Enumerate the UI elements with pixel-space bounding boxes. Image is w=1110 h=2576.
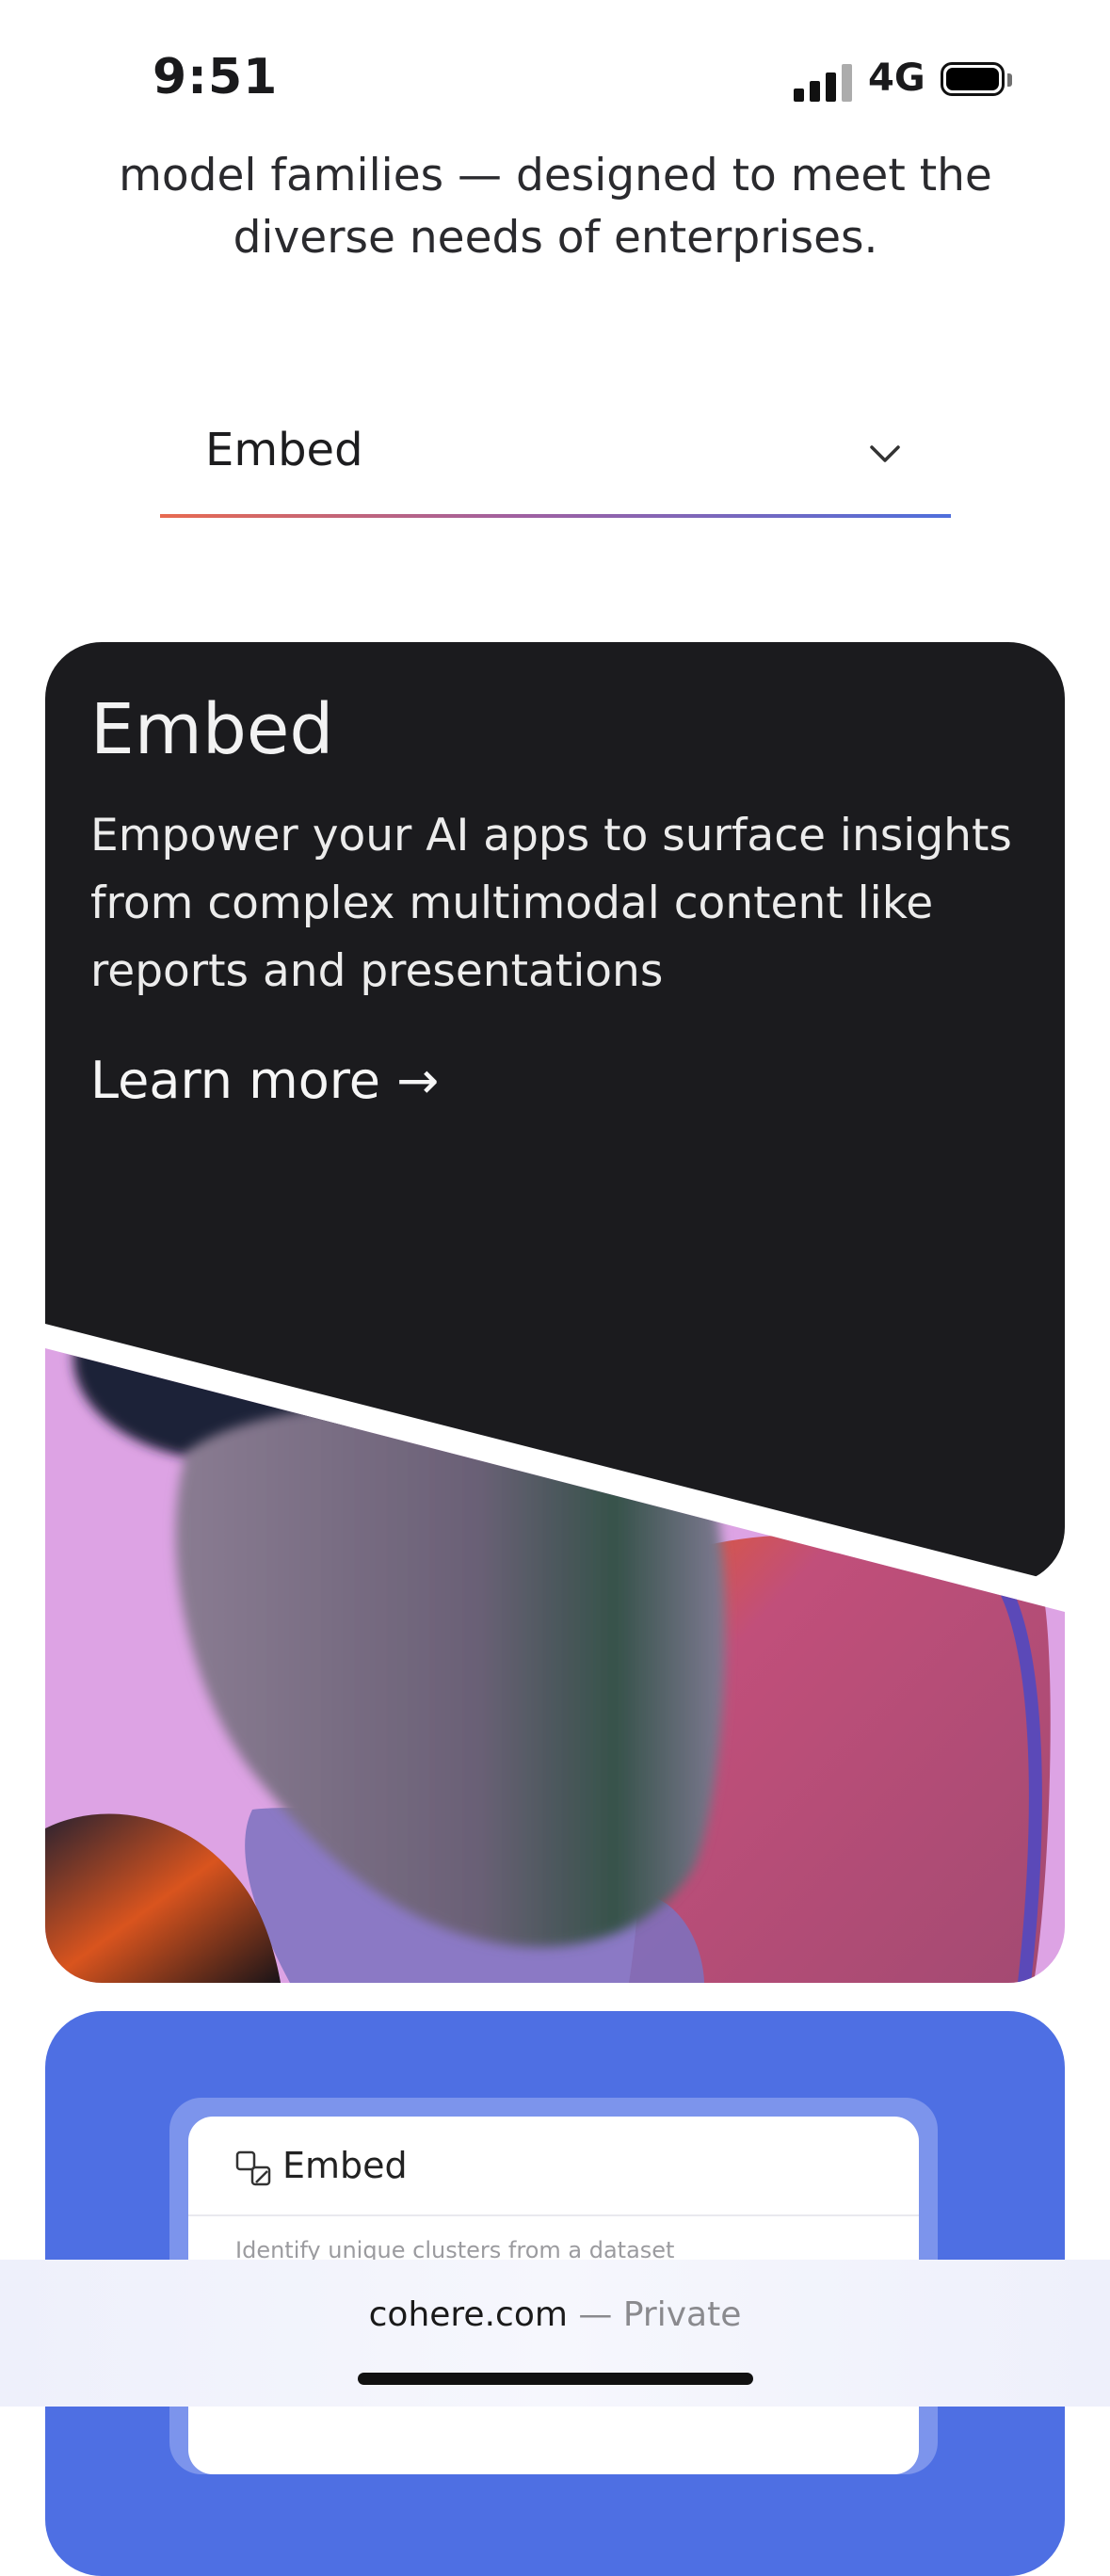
divider	[188, 2214, 919, 2216]
network-type: 4G	[868, 56, 925, 100]
card-description: Empower your AI apps to surface insights…	[90, 810, 1012, 997]
status-time: 9:51	[153, 49, 279, 105]
chevron-down-icon	[870, 445, 900, 462]
battery-icon	[941, 62, 1012, 100]
embed-icon	[235, 2150, 271, 2186]
dropdown-selected-label: Embed	[205, 424, 363, 476]
url-display[interactable]: cohere.com — Private	[0, 2295, 1110, 2334]
dropdown-underline	[160, 514, 951, 518]
url-host: cohere.com	[368, 2295, 568, 2334]
card-title: Embed	[90, 689, 334, 770]
demo-panel-title: Embed	[282, 2145, 408, 2186]
cellular-signal-icon	[794, 62, 852, 102]
learn-more-link[interactable]: Learn more →	[90, 1051, 439, 1110]
private-mode-label: Private	[622, 2295, 742, 2334]
model-family-dropdown[interactable]: Embed	[160, 405, 951, 518]
status-bar: 9:51 4G	[0, 0, 1110, 141]
url-separator: —	[578, 2295, 613, 2334]
embed-card: Embed Empower your AI apps to surface in…	[45, 642, 1065, 1983]
intro-text: model families — designed to meet the di…	[119, 150, 992, 264]
home-indicator[interactable]	[358, 2373, 753, 2385]
